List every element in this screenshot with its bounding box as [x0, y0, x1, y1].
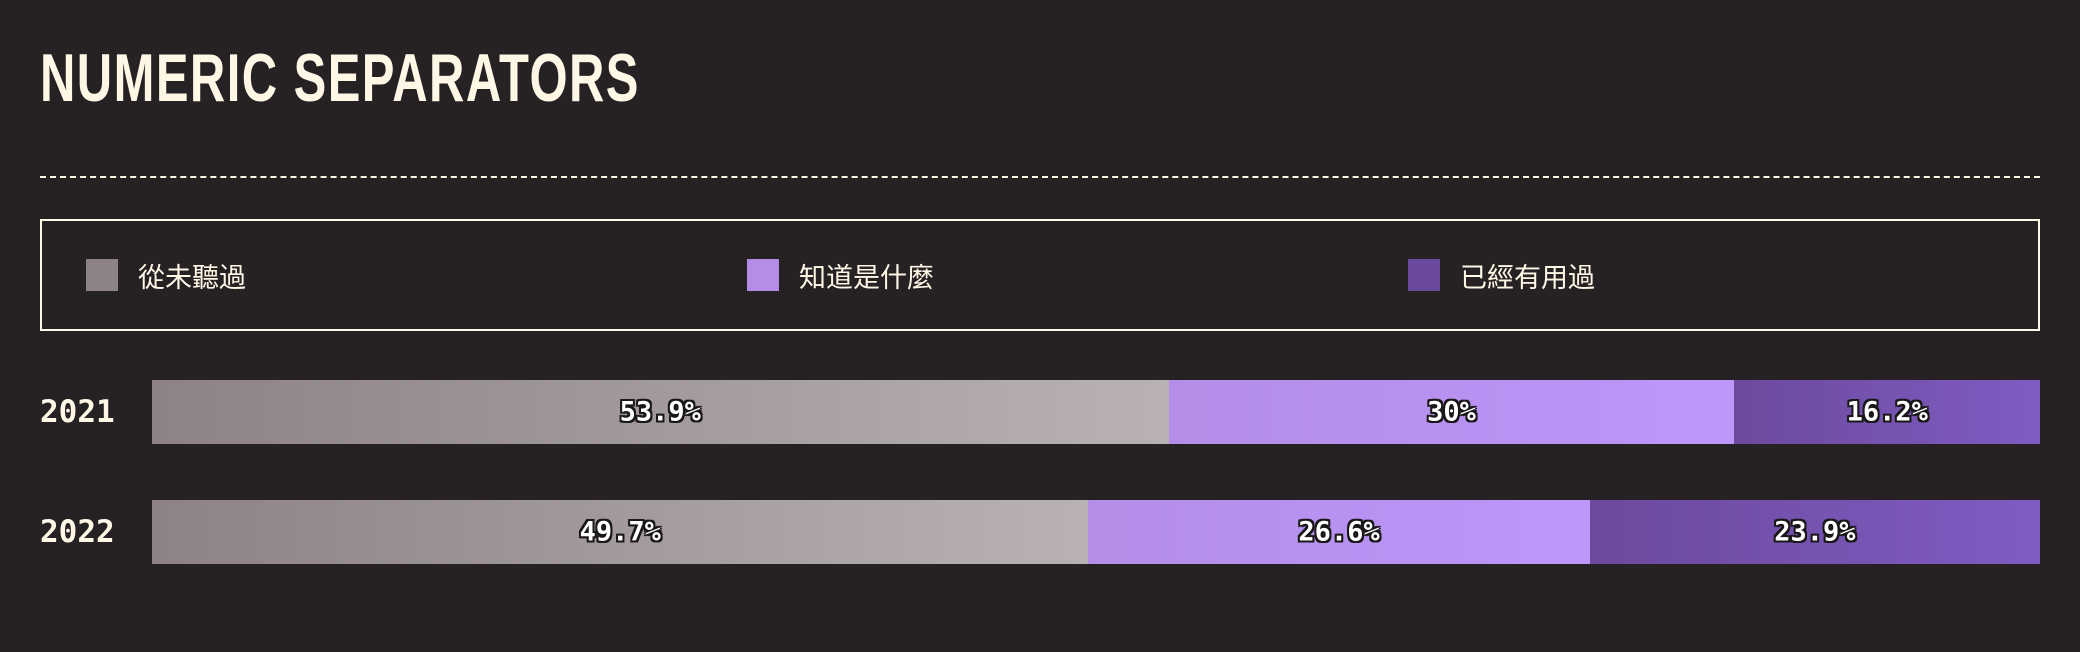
data-label-2022-know-what-it-is: 26.6%	[1298, 516, 1380, 548]
legend-swatch-have-used	[1408, 259, 1440, 291]
data-label-2022-have-used: 23.9%	[1774, 516, 1856, 548]
data-label-2021-know-what-it-is: 30%	[1427, 396, 1476, 428]
data-label-2021-have-used: 16.2%	[1846, 396, 1928, 428]
legend-label-never-heard: 從未聽過	[138, 262, 246, 294]
legend-item-never-heard: 從未聽過	[86, 221, 246, 329]
page-title: NUMERIC SEPARATORS	[40, 40, 640, 116]
data-label-2021-never-heard: 53.9%	[619, 396, 701, 428]
legend-label-have-used: 已經有用過	[1460, 262, 1595, 294]
legend: 從未聽過 知道是什麼 已經有用過	[40, 219, 2040, 331]
legend-item-have-used: 已經有用過	[1408, 221, 1595, 329]
legend-item-know-what-it-is: 知道是什麼	[747, 221, 934, 329]
legend-swatch-never-heard	[86, 259, 118, 291]
year-label-2022: 2022	[40, 514, 115, 550]
legend-label-know-what-it-is: 知道是什麼	[799, 262, 934, 294]
dashed-divider	[40, 176, 2040, 178]
year-label-2021: 2021	[40, 394, 115, 430]
data-label-2022-never-heard: 49.7%	[579, 516, 661, 548]
legend-swatch-know-what-it-is	[747, 259, 779, 291]
